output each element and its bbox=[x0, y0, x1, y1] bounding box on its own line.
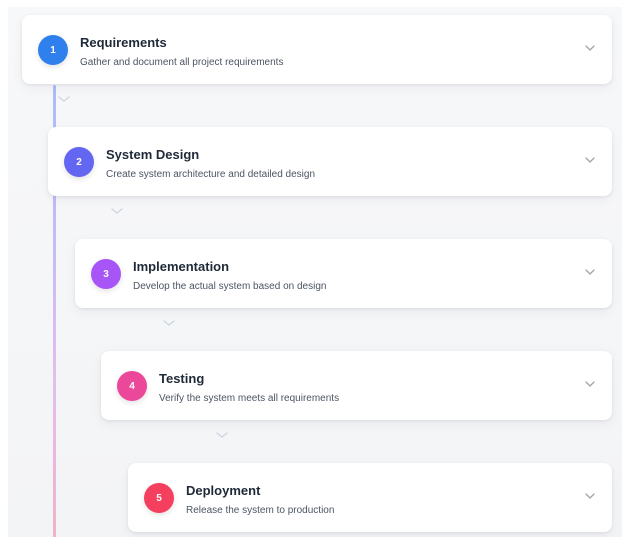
step-number-badge: 1 bbox=[38, 35, 68, 65]
step-title: Testing bbox=[159, 371, 205, 386]
step-description: Verify the system meets all requirements bbox=[159, 393, 340, 404]
step-number-badge: 2 bbox=[64, 147, 94, 177]
chevron-down-icon[interactable] bbox=[584, 43, 596, 53]
step-description: Create system architecture and detailed … bbox=[106, 169, 316, 180]
step-card-implementation[interactable]: 3 Implementation Develop the actual syst… bbox=[75, 239, 612, 308]
step-card-deployment[interactable]: 5 Deployment Release the system to produ… bbox=[128, 463, 612, 532]
step-description: Release the system to production bbox=[186, 505, 335, 516]
step-card-testing[interactable]: 4 Testing Verify the system meets all re… bbox=[101, 351, 612, 420]
step-title: Requirements bbox=[80, 35, 167, 50]
step-number-badge: 5 bbox=[144, 483, 174, 513]
step-description: Gather and document all project requirem… bbox=[80, 57, 284, 68]
chevron-down-icon bbox=[58, 96, 70, 102]
chevron-down-icon[interactable] bbox=[584, 379, 596, 389]
chevron-down-icon[interactable] bbox=[584, 155, 596, 165]
step-title: Implementation bbox=[133, 259, 230, 274]
step-number-badge: 3 bbox=[91, 259, 121, 289]
chevron-down-icon bbox=[163, 320, 175, 326]
step-number-badge: 4 bbox=[117, 371, 147, 401]
step-title: Deployment bbox=[186, 483, 261, 498]
waterfall-steps-panel: 1 Requirements Gather and document all p… bbox=[8, 7, 622, 537]
chevron-down-icon bbox=[216, 432, 228, 438]
chevron-down-icon bbox=[111, 208, 123, 214]
step-card-requirements[interactable]: 1 Requirements Gather and document all p… bbox=[22, 15, 612, 84]
chevron-down-icon[interactable] bbox=[584, 267, 596, 277]
step-title: System Design bbox=[106, 147, 200, 162]
step-description: Develop the actual system based on desig… bbox=[133, 281, 327, 292]
step-card-system-design[interactable]: 2 System Design Create system architectu… bbox=[48, 127, 612, 196]
chevron-down-icon[interactable] bbox=[584, 491, 596, 501]
